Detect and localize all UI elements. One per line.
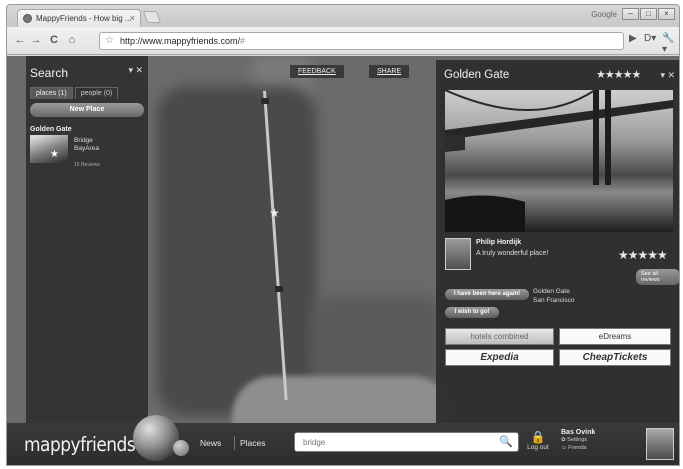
- review-text: A truly wonderful place!: [476, 250, 549, 257]
- cheaptickets-ad[interactable]: CheapTickets: [559, 349, 671, 366]
- moon-icon: [173, 440, 189, 456]
- see-all-reviews-button[interactable]: See all reviews: [636, 269, 679, 285]
- feedback-link[interactable]: FEEDBACK: [290, 65, 344, 78]
- result-reviews-count[interactable]: 15 Reviews: [74, 162, 100, 168]
- settings-label: Settings: [567, 437, 588, 443]
- friends-label: Friends: [568, 445, 587, 451]
- place-marker-icon[interactable]: ★: [269, 206, 280, 220]
- tools-menu-icon[interactable]: 🔧▾: [662, 33, 679, 55]
- place-panel-controls[interactable]: ▾ ✕: [660, 70, 675, 81]
- globe-icon: [133, 415, 179, 461]
- result-thumbnail[interactable]: [30, 135, 68, 163]
- result-title[interactable]: Golden Gate: [30, 126, 72, 133]
- window-controls: – □ ×: [622, 8, 675, 20]
- places-link[interactable]: Places: [240, 438, 266, 448]
- expedia-ad[interactable]: Expedia: [445, 349, 554, 366]
- page-menu-icon[interactable]: ▶: [629, 33, 637, 44]
- location-name: Golden Gate: [533, 288, 570, 295]
- place-rating-stars: ★★★★★: [596, 69, 641, 81]
- logout-button[interactable]: 🔒 Log out: [523, 430, 553, 452]
- forward-icon[interactable]: →: [29, 33, 43, 47]
- location-city: San Francisco: [533, 297, 575, 304]
- minimize-button[interactable]: –: [622, 8, 639, 20]
- place-photo: [445, 90, 673, 232]
- search-tabs: places (1) people (0): [30, 87, 144, 99]
- place-detail-panel: Golden Gate ★★★★★ ▾ ✕ Philip Hordijk A t…: [436, 60, 679, 423]
- search-panel-title: Search: [30, 66, 69, 80]
- cheaptickets-label: CheapTickets: [582, 352, 648, 363]
- search-input[interactable]: bridge 🔍: [294, 432, 519, 452]
- browser-tab[interactable]: MappyFriends - How big ... ×: [17, 9, 141, 27]
- reviewer-name[interactable]: Philip Hordijk: [476, 239, 521, 246]
- address-bar[interactable]: ☆ http://www.mappyfriends.com/#: [99, 32, 624, 50]
- user-avatar[interactable]: [646, 428, 674, 460]
- wish-to-go-button[interactable]: I wish to go!: [445, 307, 499, 318]
- news-link[interactable]: News: [200, 438, 221, 448]
- browser-window: MappyFriends - How big ... × Google – □ …: [6, 4, 680, 466]
- settings-link[interactable]: ✿ Settings: [561, 436, 595, 444]
- reload-icon[interactable]: C: [47, 33, 61, 47]
- edreams-ad[interactable]: eDreams: [559, 328, 671, 345]
- result-line-1: Bridge: [74, 137, 93, 144]
- map-shadow-region: [157, 86, 317, 416]
- place-title: Golden Gate: [444, 69, 510, 81]
- back-icon[interactable]: ←: [13, 33, 27, 47]
- reviewer-avatar[interactable]: [445, 238, 471, 270]
- site-favicon-icon: [23, 14, 32, 23]
- search-panel: Search ▾ ✕ places (1) people (0) New Pla…: [26, 56, 148, 425]
- profile-label: Google: [591, 10, 617, 19]
- tab-places[interactable]: places (1): [30, 87, 73, 99]
- user-name[interactable]: Bas Ovink: [561, 429, 595, 436]
- tab-strip: MappyFriends - How big ... × Google – □ …: [7, 5, 679, 27]
- mappyfriends-logo[interactable]: mappyfriends: [24, 434, 136, 457]
- new-place-button[interactable]: New Place: [30, 103, 144, 117]
- friends-link[interactable]: ☺ Friends: [561, 444, 595, 452]
- review-rating-stars: ★★★★★: [618, 248, 668, 262]
- bridge-tower-south: [275, 286, 283, 292]
- expedia-label: Expedia: [480, 352, 519, 363]
- nav-separator: [234, 436, 235, 450]
- logout-label: Log out: [527, 444, 549, 451]
- bookmark-star-icon[interactable]: ☆: [105, 35, 114, 46]
- document-menu-icon[interactable]: D▾: [644, 33, 656, 44]
- result-line-2: BayArea: [74, 145, 99, 152]
- home-icon[interactable]: ⌂: [65, 33, 79, 47]
- url-host: http://www.mappyfriends.com/: [120, 36, 241, 46]
- search-input-value: bridge: [303, 438, 326, 447]
- been-here-button[interactable]: I have been here again!: [445, 289, 529, 300]
- search-icon[interactable]: 🔍: [499, 435, 513, 448]
- hotelscombined-ad[interactable]: hotels combined: [445, 328, 554, 345]
- bridge-tower-north: [261, 98, 269, 104]
- tab-title: MappyFriends - How big ...: [36, 14, 132, 23]
- share-link[interactable]: SHARE: [369, 65, 410, 78]
- user-menu: Bas Ovink ✿ Settings ☺ Friends: [561, 429, 595, 452]
- map-shadow-region-2: [312, 296, 442, 386]
- bridge-photo-drawing: [445, 90, 673, 232]
- lock-icon: 🔒: [530, 430, 546, 444]
- bottom-navigation-bar: mappyfriends News Places bridge 🔍 🔒 Log …: [7, 415, 679, 465]
- tab-people[interactable]: people (0): [74, 87, 119, 99]
- search-panel-controls[interactable]: ▾ ✕: [128, 65, 143, 76]
- browser-toolbar: ← → C ⌂ ☆ http://www.mappyfriends.com/# …: [7, 27, 679, 55]
- url-fragment: #: [240, 36, 246, 46]
- maximize-button[interactable]: □: [640, 8, 657, 20]
- tab-close-icon[interactable]: ×: [130, 13, 135, 23]
- new-tab-button[interactable]: [142, 11, 162, 23]
- result-star-icon: ★: [50, 149, 59, 160]
- close-window-button[interactable]: ×: [658, 8, 675, 20]
